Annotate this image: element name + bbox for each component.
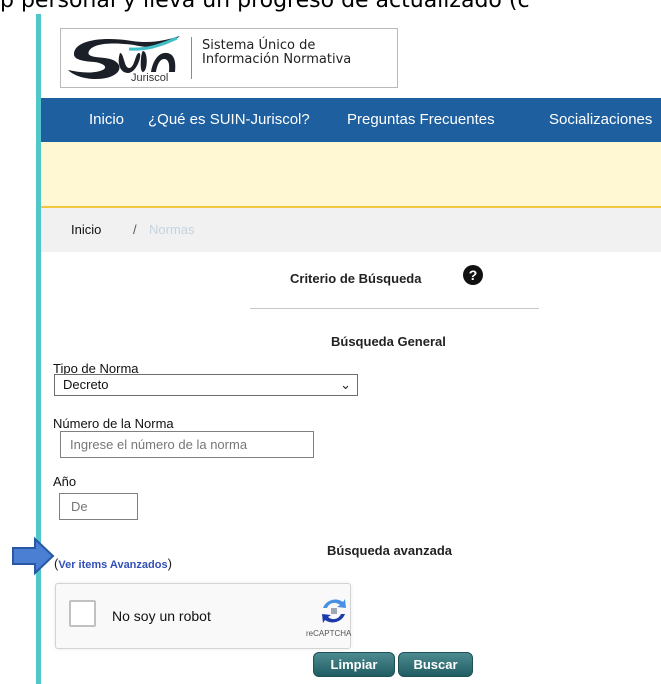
clear-button[interactable]: Limpiar xyxy=(313,652,395,677)
main-navigation: Inicio ¿Qué es SUIN-Juriscol? Preguntas … xyxy=(41,98,661,142)
year-label: Año xyxy=(53,474,77,489)
nav-item-socializaciones[interactable]: Socializaciones xyxy=(549,111,652,128)
recaptcha-widget: No soy un robot reCAPTCHA xyxy=(55,583,351,649)
breadcrumb-separator: / xyxy=(133,222,137,237)
right-arrow-icon xyxy=(12,536,55,576)
nav-item-preguntas-frecuentes[interactable]: Preguntas Frecuentes xyxy=(347,111,495,128)
nav-item-inicio[interactable]: Inicio xyxy=(89,111,124,128)
recaptcha-logo-icon xyxy=(322,599,346,623)
notice-band xyxy=(41,142,661,208)
general-search-title: Búsqueda General xyxy=(331,334,446,349)
breadcrumb-home-link[interactable]: Inicio xyxy=(71,222,101,237)
section-divider xyxy=(250,308,539,309)
breadcrumb-current: Normas xyxy=(149,222,195,237)
search-criteria-title: Criterio de Búsqueda xyxy=(290,271,422,286)
logo-title-line-1: Sistema Único de xyxy=(202,38,316,53)
recaptcha-label: No soy un robot xyxy=(112,608,211,624)
logo-title-line-2: Información Normativa xyxy=(202,52,352,67)
norm-type-selected-value: Decreto xyxy=(63,377,109,392)
norm-type-select[interactable]: Decreto ⌄ xyxy=(54,374,358,396)
advanced-items-toggle: (Ver items Avanzados) xyxy=(54,556,172,571)
suin-juriscol-logo[interactable]: Juriscol Sistema Único de Información No… xyxy=(60,28,398,88)
advanced-search-title: Búsqueda avanzada xyxy=(327,543,452,558)
logo-title: Sistema Único de Información Normativa xyxy=(202,39,351,67)
norm-number-input[interactable] xyxy=(60,431,314,458)
advanced-link-suffix: ) xyxy=(167,556,172,571)
chevron-down-icon: ⌄ xyxy=(340,377,351,392)
view-advanced-items-link[interactable]: Ver items Avanzados xyxy=(58,559,167,571)
nav-item-que-es-suin-juriscol[interactable]: ¿Qué es SUIN-Juriscol? xyxy=(148,111,310,128)
logo-subtitle: Juriscol xyxy=(131,72,168,84)
recaptcha-checkbox[interactable] xyxy=(69,600,96,627)
suin-logo-icon: Juriscol xyxy=(68,36,180,84)
year-from-input[interactable] xyxy=(59,493,138,520)
search-button[interactable]: Buscar xyxy=(398,652,473,677)
breadcrumb: Inicio / Normas xyxy=(41,208,661,252)
site-header: Juriscol Sistema Único de Información No… xyxy=(41,14,661,98)
recaptcha-brand: reCAPTCHA xyxy=(306,629,352,638)
question-circle-icon[interactable]: ? xyxy=(463,265,483,285)
top-caption: p personal y lleva un progreso de actual… xyxy=(0,0,661,12)
logo-divider xyxy=(191,37,192,79)
norm-number-label: Número de la Norma xyxy=(53,416,174,431)
